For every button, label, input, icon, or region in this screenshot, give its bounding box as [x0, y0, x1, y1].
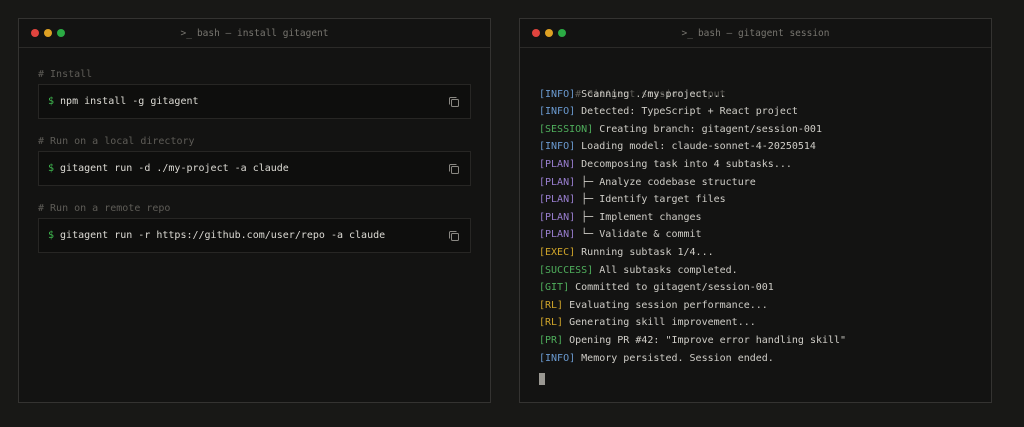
log-message: └─ Validate & commit	[581, 229, 702, 241]
log-line: [PLAN] ├─ Analyze codebase structure	[539, 174, 972, 192]
log-tag: [GIT]	[539, 282, 570, 294]
command-box: $ npm install -g gitagent	[38, 84, 471, 119]
log-tag: [PLAN]	[539, 229, 576, 241]
log-line: [INFO] Detected: TypeScript + React proj…	[539, 103, 972, 121]
log-line: [INFO] Loading model: claude-sonnet-4-20…	[539, 138, 972, 156]
log-line: [SUCCESS] All subtasks completed.	[539, 262, 972, 280]
window-title-text: bash — gitagent session	[697, 28, 830, 39]
log-line: [INFO] Memory persisted. Session ended.	[539, 350, 972, 368]
log-tag: [PLAN]	[539, 211, 576, 223]
command-text: gitagent run -d ./my-project -a claude	[60, 163, 289, 174]
log-line: [INFO] Scanning ./my-project...	[539, 86, 972, 104]
log-tag: [PLAN]	[539, 176, 576, 188]
copy-icon[interactable]	[448, 163, 460, 175]
log-message: Evaluating session performance...	[569, 299, 768, 311]
install-terminal-window: >_ bash — install gitagent # Install $ np…	[18, 18, 491, 403]
command-group-install: # Install $ npm install -g gitagent	[38, 68, 471, 119]
log-line: [PR] Opening PR #42: "Improve error hand…	[539, 332, 972, 350]
window-titlebar: >_ bash — gitagent session	[520, 19, 991, 48]
log-message: Memory persisted. Session ended.	[581, 352, 774, 364]
session-output: # GitAgent session output [INFO] Scannin…	[520, 48, 991, 386]
log-tag: [INFO]	[539, 88, 576, 100]
log-line: [PLAN] ├─ Implement changes	[539, 209, 972, 227]
log-message: Loading model: claude-sonnet-4-20250514	[581, 141, 816, 153]
shell-prompt: $	[48, 230, 55, 241]
window-title-text: bash — install gitagent	[196, 28, 329, 39]
log-tag: [INFO]	[539, 106, 576, 118]
command-text: npm install -g gitagent	[60, 96, 199, 107]
log-message: ├─ Implement changes	[581, 211, 702, 223]
log-line: [SESSION] Creating branch: gitagent/sess…	[539, 121, 972, 139]
output-header: # GitAgent session output	[539, 68, 972, 100]
log-tag: [RL]	[539, 317, 564, 329]
command-text: gitagent run -r https://github.com/user/…	[60, 230, 386, 241]
log-tag: [PLAN]	[539, 194, 576, 206]
log-line: [PLAN] ├─ Identify target files	[539, 191, 972, 209]
command-box: $ gitagent run -d ./my-project -a claude	[38, 151, 471, 186]
command-comment: # Run on a local directory	[38, 136, 195, 147]
log-message: Detected: TypeScript + React project	[581, 106, 798, 118]
log-tag: [PLAN]	[539, 158, 576, 170]
command-group-local: # Run on a local directory $ gitagent ru…	[38, 135, 471, 186]
log-line: [RL] Generating skill improvement...	[539, 314, 972, 332]
log-line: [EXEC] Running subtask 1/4...	[539, 244, 972, 262]
terminal-cursor	[539, 373, 545, 386]
copy-icon[interactable]	[448, 96, 460, 108]
session-terminal-window: >_ bash — gitagent session # GitAgent ses…	[519, 18, 992, 403]
log-message: Opening PR #42: "Improve error handling …	[569, 334, 847, 346]
command-comment: # Install	[38, 69, 93, 80]
window-title: >_ bash — gitagent session	[520, 19, 991, 48]
copy-icon[interactable]	[448, 230, 460, 242]
log-message: Scanning ./my-project...	[581, 88, 726, 100]
log-tag: [EXEC]	[539, 246, 576, 258]
terminal-prompt-icon: >_	[681, 28, 693, 39]
install-commands: # Install $ npm install -g gitagent # Ru…	[19, 48, 490, 253]
log-line: [GIT] Committed to gitagent/session-001	[539, 279, 972, 297]
log-message: All subtasks completed.	[599, 264, 738, 276]
log-message: Running subtask 1/4...	[581, 246, 714, 258]
command-box: $ gitagent run -r https://github.com/use…	[38, 218, 471, 253]
log-message: Creating branch: gitagent/session-001	[599, 123, 822, 135]
log-tag: [SUCCESS]	[539, 264, 594, 276]
shell-prompt: $	[48, 96, 55, 107]
command-comment: # Run on a remote repo	[38, 203, 171, 214]
log-tag: [INFO]	[539, 352, 576, 364]
log-line: [PLAN] Decomposing task into 4 subtasks.…	[539, 156, 972, 174]
window-titlebar: >_ bash — install gitagent	[19, 19, 490, 48]
shell-prompt: $	[48, 163, 55, 174]
log-tag: [RL]	[539, 299, 564, 311]
log-tag: [PR]	[539, 334, 564, 346]
log-message: Committed to gitagent/session-001	[575, 282, 774, 294]
log-message: Decomposing task into 4 subtasks...	[581, 158, 792, 170]
log-line: [PLAN] └─ Validate & commit	[539, 226, 972, 244]
log-lines: [INFO] Scanning ./my-project... [INFO] De…	[539, 86, 972, 368]
log-message: ├─ Analyze codebase structure	[581, 176, 756, 188]
log-tag: [INFO]	[539, 141, 576, 153]
command-group-remote: # Run on a remote repo $ gitagent run -r…	[38, 202, 471, 253]
log-message: Generating skill improvement...	[569, 317, 756, 329]
log-tag: [SESSION]	[539, 123, 594, 135]
terminal-prompt-icon: >_	[180, 28, 192, 39]
log-line: [RL] Evaluating session performance...	[539, 297, 972, 315]
log-message: ├─ Identify target files	[581, 194, 726, 206]
window-title: >_ bash — install gitagent	[19, 19, 490, 48]
